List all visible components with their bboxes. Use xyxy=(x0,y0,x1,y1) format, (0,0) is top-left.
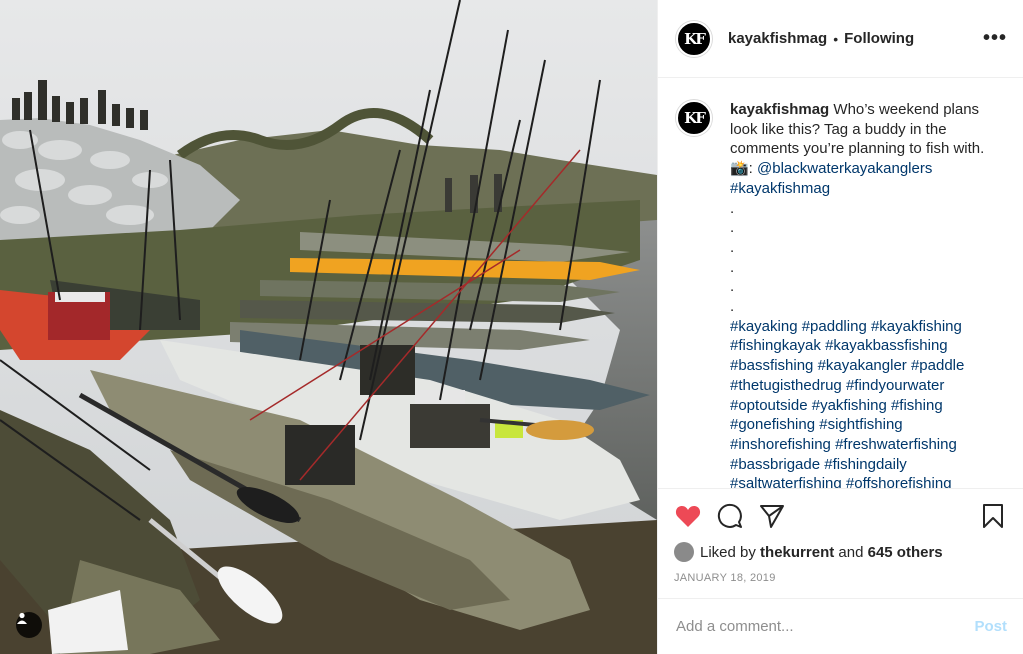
comments-area[interactable]: KF kayakfishmag Who’s weekend plans look… xyxy=(658,78,1023,488)
avatar[interactable]: KF xyxy=(676,20,712,57)
hashtag-link[interactable]: #yakfishing xyxy=(812,397,887,414)
post-header: KF kayakfishmag • Following ••• xyxy=(658,0,1023,78)
post-photo[interactable] xyxy=(0,0,657,654)
hashtag-link[interactable]: #fishingdaily xyxy=(824,456,907,473)
likes-summary: Liked by thekurrent and 645 others xyxy=(674,541,1007,563)
dot-line: . xyxy=(730,199,735,217)
share-button[interactable] xyxy=(758,502,786,530)
caption-username[interactable]: kayakfishmag xyxy=(730,101,829,118)
separator-dot: • xyxy=(833,30,839,47)
hashtag-link[interactable]: #bassbrigade xyxy=(730,456,820,473)
following-button[interactable]: Following xyxy=(844,30,914,47)
post-comment-button[interactable]: Post xyxy=(974,618,1007,635)
camera-emoji: 📸: xyxy=(730,160,753,178)
instagram-post: KF kayakfishmag • Following ••• KF kayak… xyxy=(0,0,1023,654)
add-comment-bar: Post xyxy=(658,598,1023,654)
hashtag-link[interactable]: #kayakbassfishing xyxy=(825,337,948,354)
caption-text: kayakfishmag Who’s weekend plans look li… xyxy=(730,100,1007,488)
dot-line: . xyxy=(730,258,735,276)
hashtag-link[interactable]: #bassfishing xyxy=(730,357,813,374)
heart-filled-icon xyxy=(675,506,701,527)
likes-prefix: Liked by xyxy=(700,543,756,561)
hashtag-link[interactable]: #offshorefishing xyxy=(846,475,952,488)
mention-link[interactable]: @blackwaterkayakanglers xyxy=(757,160,932,177)
dot-line: . xyxy=(730,219,735,237)
paper-plane-icon xyxy=(760,505,784,528)
save-button[interactable] xyxy=(979,502,1007,530)
hashtag-link[interactable]: #optoutside xyxy=(730,397,808,414)
liker-avatar[interactable] xyxy=(674,542,694,562)
caption: KF kayakfishmag Who’s weekend plans look… xyxy=(676,100,1007,488)
likes-and: and xyxy=(838,543,864,561)
action-buttons xyxy=(674,499,1007,533)
hashtag-link[interactable]: #sightfishing xyxy=(819,416,902,433)
hashtag-link[interactable]: #paddle xyxy=(911,357,964,374)
action-bar: Liked by thekurrent and 645 others JANUA… xyxy=(658,488,1023,598)
hashtag-link[interactable]: #kayakangler xyxy=(818,357,907,374)
post-date[interactable]: JANUARY 18, 2019 xyxy=(674,572,1007,584)
hashtag-link[interactable]: #freshwaterfishing xyxy=(835,436,957,453)
caption-avatar[interactable]: KF xyxy=(676,100,712,136)
hashtag-link[interactable]: #gonefishing xyxy=(730,416,815,433)
hashtag-link[interactable]: #findyourwater xyxy=(846,377,944,394)
post-side-panel: KF kayakfishmag • Following ••• KF kayak… xyxy=(657,0,1023,654)
hashtag-link[interactable]: #paddling xyxy=(802,318,867,335)
hashtag-link[interactable]: #saltwaterfishing xyxy=(730,475,842,488)
hashtag-link[interactable]: #inshorefishing xyxy=(730,436,831,453)
header-username[interactable]: kayakfishmag xyxy=(728,30,827,47)
comment-button[interactable] xyxy=(716,502,744,530)
hashtag-link[interactable]: #thetugisthedrug xyxy=(730,377,842,394)
bookmark-icon xyxy=(983,504,1003,528)
hashtag-link[interactable]: #fishingkayak xyxy=(730,337,821,354)
comment-input[interactable] xyxy=(676,618,975,635)
more-options-icon[interactable]: ••• xyxy=(983,27,1007,50)
hashtag-link[interactable]: #kayakfishing xyxy=(871,318,962,335)
kayaks-on-shore-image xyxy=(0,0,657,654)
dot-line: . xyxy=(730,278,735,296)
comment-icon xyxy=(717,503,742,528)
liker-username[interactable]: thekurrent xyxy=(760,544,834,561)
dot-line: . xyxy=(730,238,735,256)
tagged-users-button[interactable] xyxy=(16,612,42,638)
hashtag-link[interactable]: #fishing xyxy=(891,397,943,414)
user-tag-icon xyxy=(17,612,27,624)
likes-count-link[interactable]: 645 others xyxy=(868,544,943,561)
hashtag-link[interactable]: #kayakfishmag xyxy=(730,180,830,197)
like-button[interactable] xyxy=(674,502,702,530)
dot-line: . xyxy=(730,298,735,316)
hashtag-link[interactable]: #kayaking xyxy=(730,318,798,335)
